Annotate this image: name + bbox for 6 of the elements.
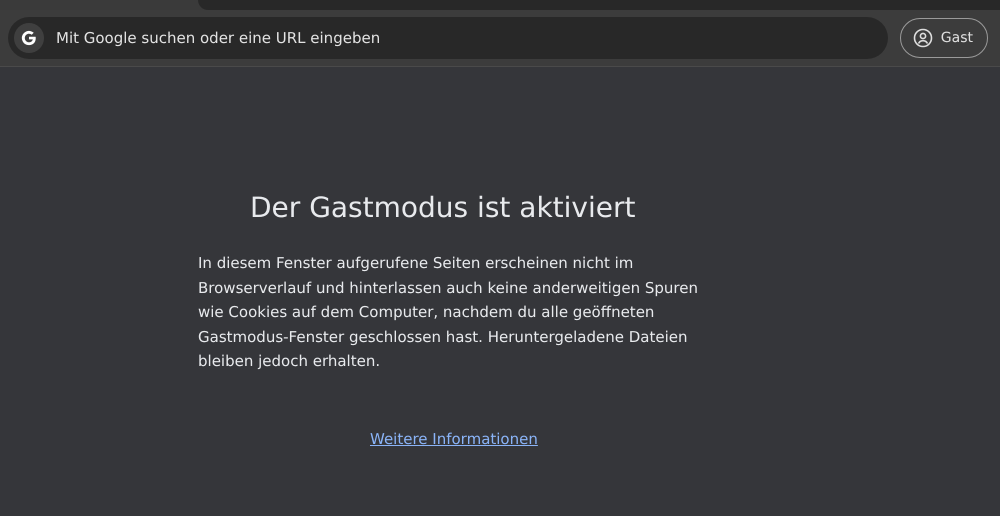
profile-button[interactable]: Gast xyxy=(900,18,988,58)
page-title: Der Gastmodus ist aktiviert xyxy=(250,191,636,226)
info-paragraph: In diesem Fenster aufgerufene Seiten erscheinen nicht im Browserverlauf und hinterlassen auch keine anderweitigen Spuren wie Cookies auf dem Computer, nachdem du alle geöffneten Gastmodus-Fenster geschlossen hast. Heruntergeladene Dateien bleiben jedoch erhalten. xyxy=(198,253,698,372)
more-info-link[interactable]: Weitere Informationen xyxy=(370,430,538,448)
address-field[interactable]: Mit Google suchen oder eine URL eingeben xyxy=(8,17,888,59)
person-icon xyxy=(912,28,933,48)
